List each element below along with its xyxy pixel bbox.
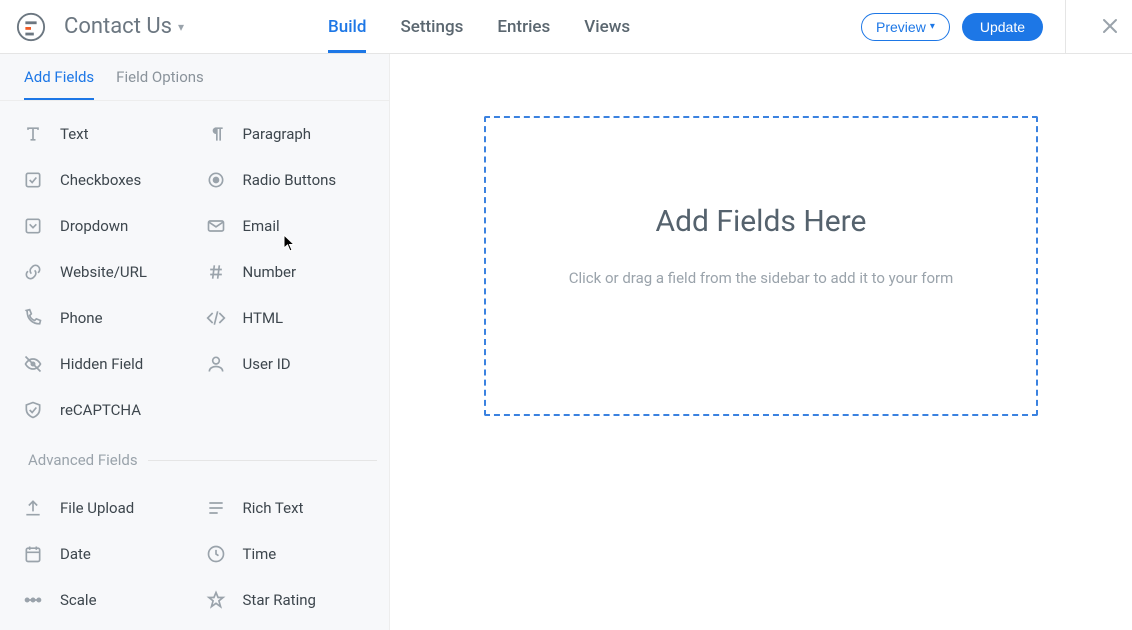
field-recaptcha[interactable]: reCAPTCHA — [12, 387, 195, 433]
field-checkboxes-label: Checkboxes — [60, 171, 141, 189]
field-website-label: Website/URL — [60, 263, 147, 281]
subtab-add-fields-label: Add Fields — [24, 68, 94, 86]
tab-build[interactable]: Build — [328, 0, 366, 53]
header-actions: Preview ▾ Update — [861, 0, 1132, 53]
field-star-rating-label: Star Rating — [243, 591, 316, 609]
field-html-label: HTML — [243, 309, 284, 327]
drop-zone-subtitle: Click or drag a field from the sidebar t… — [569, 269, 954, 287]
field-dropdown[interactable]: Dropdown — [12, 203, 195, 249]
upload-icon — [22, 497, 44, 519]
field-star-rating[interactable]: Star Rating — [195, 577, 378, 623]
link-icon — [22, 261, 44, 283]
drop-zone-title: Add Fields Here — [656, 204, 867, 239]
field-rich-text[interactable]: Rich Text — [195, 485, 378, 531]
richtext-icon — [205, 497, 227, 519]
eye-off-icon — [22, 353, 44, 375]
app-logo-icon — [16, 12, 46, 42]
field-text[interactable]: Text — [12, 111, 195, 157]
tab-views[interactable]: Views — [584, 0, 630, 53]
field-email[interactable]: Email — [195, 203, 378, 249]
field-recaptcha-label: reCAPTCHA — [60, 401, 141, 419]
clock-icon — [205, 543, 227, 565]
paragraph-icon — [205, 123, 227, 145]
field-hidden[interactable]: Hidden Field — [12, 341, 195, 387]
subtab-field-options[interactable]: Field Options — [116, 68, 204, 100]
field-file-upload[interactable]: File Upload — [12, 485, 195, 531]
divider — [1065, 0, 1066, 54]
field-paragraph-label: Paragraph — [243, 125, 312, 143]
scale-icon — [22, 589, 44, 611]
form-title-text: Contact Us — [64, 14, 172, 39]
radio-icon — [205, 169, 227, 191]
field-file-upload-label: File Upload — [60, 499, 134, 517]
subtab-field-options-label: Field Options — [116, 68, 204, 86]
user-icon — [205, 353, 227, 375]
field-website[interactable]: Website/URL — [12, 249, 195, 295]
dropdown-icon — [22, 215, 44, 237]
field-phone-label: Phone — [60, 309, 103, 327]
shield-icon — [22, 399, 44, 421]
divider — [148, 460, 377, 461]
subtab-add-fields[interactable]: Add Fields — [24, 68, 94, 100]
field-date[interactable]: Date — [12, 531, 195, 577]
field-scale-label: Scale — [60, 591, 97, 609]
field-number[interactable]: Number — [195, 249, 378, 295]
field-scale[interactable]: Scale — [12, 577, 195, 623]
tab-settings-label: Settings — [400, 17, 463, 37]
hash-icon — [205, 261, 227, 283]
star-icon — [205, 589, 227, 611]
tab-build-label: Build — [328, 17, 366, 37]
sidebar: Add Fields Field Options Text Paragraph … — [0, 54, 390, 630]
field-time[interactable]: Time — [195, 531, 378, 577]
body: Add Fields Field Options Text Paragraph … — [0, 54, 1132, 630]
preview-button[interactable]: Preview ▾ — [861, 13, 950, 41]
field-text-label: Text — [60, 125, 89, 143]
field-radio[interactable]: Radio Buttons — [195, 157, 378, 203]
field-userid-label: User ID — [243, 355, 291, 373]
field-dropdown-label: Dropdown — [60, 217, 128, 235]
field-hidden-label: Hidden Field — [60, 355, 143, 373]
logo-area: Contact Us ▾ — [16, 0, 208, 53]
field-time-label: Time — [243, 545, 277, 563]
email-icon — [205, 215, 227, 237]
field-phone[interactable]: Phone — [12, 295, 195, 341]
form-title-dropdown[interactable]: Contact Us ▾ — [64, 14, 184, 39]
phone-icon — [22, 307, 44, 329]
tab-entries-label: Entries — [497, 17, 550, 37]
caret-down-icon: ▾ — [930, 21, 935, 32]
field-userid[interactable]: User ID — [195, 341, 378, 387]
field-email-label: Email — [243, 217, 280, 235]
text-icon — [22, 123, 44, 145]
tab-views-label: Views — [584, 17, 630, 37]
field-html[interactable]: HTML — [195, 295, 378, 341]
field-date-label: Date — [60, 545, 91, 563]
field-radio-label: Radio Buttons — [243, 171, 337, 189]
drop-zone[interactable]: Add Fields Here Click or drag a field fr… — [484, 116, 1038, 416]
advanced-fields-heading-label: Advanced Fields — [28, 451, 138, 469]
update-button-label: Update — [980, 19, 1025, 35]
tab-entries[interactable]: Entries — [497, 0, 550, 53]
advanced-fields-heading: Advanced Fields — [0, 439, 389, 475]
top-header: Contact Us ▾ Build Settings Entries View… — [0, 0, 1132, 54]
close-button[interactable] — [1088, 15, 1132, 39]
sidebar-subtabs: Add Fields Field Options — [0, 54, 389, 101]
update-button[interactable]: Update — [962, 13, 1043, 41]
code-icon — [205, 307, 227, 329]
caret-down-icon: ▾ — [178, 20, 184, 34]
basic-fields: Text Paragraph Checkboxes Radio Buttons … — [0, 101, 389, 439]
checkbox-icon — [22, 169, 44, 191]
tab-settings[interactable]: Settings — [400, 0, 463, 53]
calendar-icon — [22, 543, 44, 565]
field-number-label: Number — [243, 263, 297, 281]
field-checkboxes[interactable]: Checkboxes — [12, 157, 195, 203]
field-rich-text-label: Rich Text — [243, 499, 304, 517]
advanced-fields: File Upload Rich Text Date Time Scale St… — [0, 475, 389, 629]
close-icon — [1102, 15, 1118, 39]
main-tabs: Build Settings Entries Views — [328, 0, 630, 53]
preview-button-label: Preview — [876, 19, 926, 35]
field-paragraph[interactable]: Paragraph — [195, 111, 378, 157]
form-canvas: Add Fields Here Click or drag a field fr… — [390, 54, 1132, 630]
